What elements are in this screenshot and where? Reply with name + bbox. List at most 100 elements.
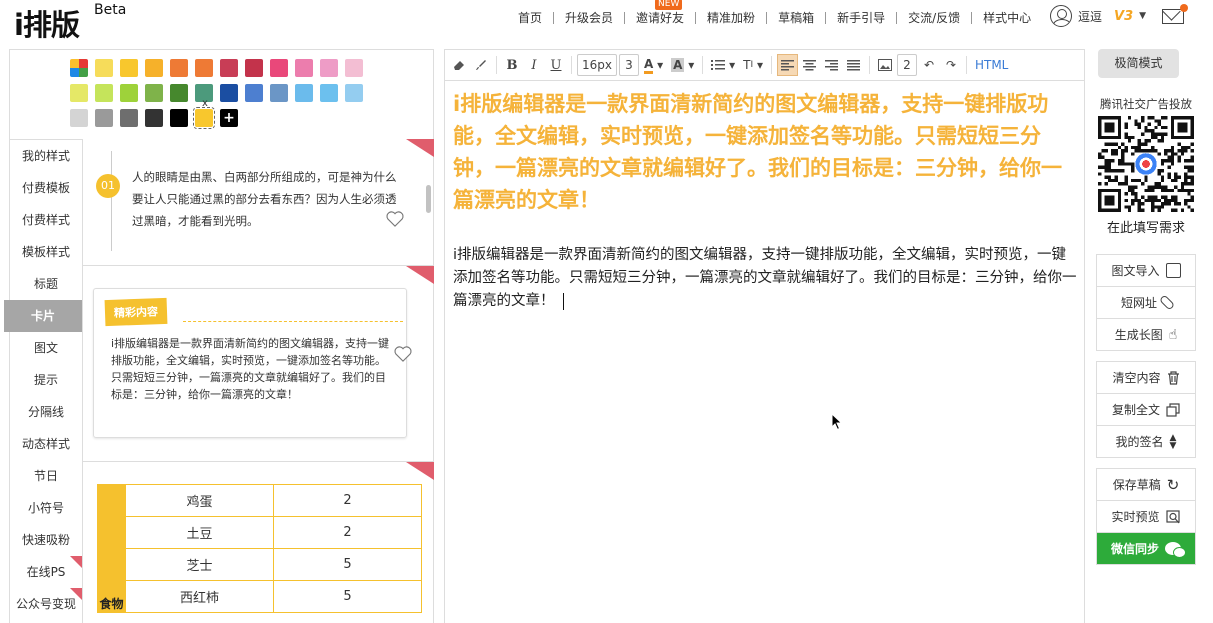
color-swatch[interactable]: [345, 84, 363, 102]
short-url-button[interactable]: 短网址: [1097, 287, 1195, 319]
add-color-button[interactable]: +: [220, 109, 238, 127]
category-item[interactable]: 提示: [10, 364, 82, 396]
image-count[interactable]: 2: [896, 54, 917, 76]
color-swatch[interactable]: [145, 84, 163, 102]
color-swatch[interactable]: [120, 84, 138, 102]
template-card[interactable]: 01 人的眼睛是由黑、白两部分所组成的，可是神为什么要让人只能通过黑的部分去看东…: [83, 139, 434, 266]
color-swatch[interactable]: [295, 84, 313, 102]
favorite-heart-icon[interactable]: [386, 211, 404, 227]
align-justify-button[interactable]: [844, 54, 864, 76]
nav-precise-fans[interactable]: 精准加粉: [696, 9, 766, 26]
color-swatch[interactable]: [120, 59, 138, 77]
line-height-select[interactable]: 3: [619, 54, 639, 76]
import-article-button[interactable]: 图文导入: [1097, 255, 1195, 287]
image-icon[interactable]: [875, 54, 895, 76]
nav-style-center[interactable]: 样式中心: [972, 9, 1042, 26]
text-color-button[interactable]: A ▾: [641, 54, 666, 76]
nav-invite-friends[interactable]: 邀请好友 NEW: [625, 0, 695, 26]
color-swatch[interactable]: [70, 109, 88, 127]
eraser-icon[interactable]: [449, 54, 469, 76]
category-item[interactable]: 图文: [10, 332, 82, 364]
category-item[interactable]: 卡片: [4, 300, 82, 332]
underline-button[interactable]: U: [546, 54, 566, 76]
user-avatar-icon[interactable]: [1050, 5, 1072, 27]
scrollbar-thumb[interactable]: [426, 185, 431, 213]
nav-upgrade-member[interactable]: 升级会员: [554, 9, 624, 26]
background-color-button[interactable]: A ▾: [668, 54, 697, 76]
redo-icon[interactable]: ↷: [941, 54, 961, 76]
color-swatch[interactable]: x: [193, 98, 215, 129]
mail-icon[interactable]: [1162, 3, 1189, 24]
clear-content-button[interactable]: 清空内容: [1097, 362, 1195, 394]
color-swatch[interactable]: [145, 59, 163, 77]
category-item[interactable]: 标题: [10, 268, 82, 300]
category-item[interactable]: 模板样式: [10, 236, 82, 268]
color-swatch[interactable]: [95, 84, 113, 102]
italic-button[interactable]: I: [524, 54, 544, 76]
template-card[interactable]: 食物 鸡蛋 2 土豆 2 芝士 5 西红柿 5: [83, 462, 434, 623]
editor-heading-text[interactable]: i排版编辑器是一款界面清新简约的图文编辑器，支持一键排版功能，全文编辑，实时预览…: [453, 88, 1078, 216]
color-swatch[interactable]: [145, 109, 163, 127]
long-image-button[interactable]: 生成长图 ☝: [1097, 319, 1195, 351]
category-item[interactable]: 付费模板: [10, 172, 82, 204]
format-brush-icon[interactable]: [471, 54, 491, 76]
font-size-select[interactable]: 16px: [577, 54, 617, 76]
category-item[interactable]: 节日: [10, 460, 82, 492]
color-swatch[interactable]: [170, 84, 188, 102]
color-swatch[interactable]: [245, 59, 263, 77]
favorite-heart-icon[interactable]: [394, 346, 412, 362]
remove-color-icon[interactable]: x: [202, 98, 208, 109]
nav-beginner-guide[interactable]: 新手引导: [826, 9, 896, 26]
category-item[interactable]: 我的样式: [10, 140, 82, 172]
username[interactable]: 逗逗: [1078, 8, 1102, 25]
category-item[interactable]: 快速吸粉: [10, 524, 82, 556]
chevron-down-icon[interactable]: ▼: [1139, 11, 1146, 21]
qr-caption[interactable]: 在此填写需求: [1096, 217, 1196, 236]
color-swatch[interactable]: [95, 109, 113, 127]
save-draft-button[interactable]: 保存草稿 ↻: [1097, 469, 1195, 501]
color-swatch[interactable]: [270, 84, 288, 102]
color-swatch[interactable]: [170, 109, 188, 127]
live-preview-button[interactable]: 实时预览: [1097, 501, 1195, 533]
nav-home[interactable]: 首页: [507, 9, 553, 26]
color-swatch[interactable]: [170, 59, 188, 77]
custom-color-swatch[interactable]: [70, 59, 88, 77]
category-item[interactable]: 分隔线: [10, 396, 82, 428]
category-item[interactable]: 动态样式: [10, 428, 82, 460]
color-swatch[interactable]: [345, 59, 363, 77]
copy-all-button[interactable]: 复制全文: [1097, 394, 1195, 426]
category-item[interactable]: 付费样式: [10, 204, 82, 236]
color-swatch[interactable]: [295, 59, 313, 77]
color-swatch[interactable]: [320, 59, 338, 77]
template-card[interactable]: 精彩内容 i排版编辑器是一款界面清新简约的图文编辑器，支持一键排版功能，全文编辑…: [83, 266, 434, 462]
qr-code-image[interactable]: [1098, 116, 1194, 212]
category-item[interactable]: 小符号: [10, 492, 82, 524]
bold-button[interactable]: B: [502, 54, 522, 76]
editor-body-text[interactable]: i排版编辑器是一款界面清新简约的图文编辑器，支持一键排版功能，全文编辑，实时预览…: [453, 244, 1078, 313]
category-item[interactable]: 公众号变现: [10, 588, 82, 620]
nav-drafts[interactable]: 草稿箱: [767, 9, 825, 26]
color-swatch[interactable]: [270, 59, 288, 77]
text-style-button[interactable]: TI ▾: [740, 54, 766, 76]
nav-feedback[interactable]: 交流/反馈: [897, 9, 971, 26]
list-button[interactable]: ▾: [708, 54, 738, 76]
undo-icon[interactable]: ↶: [919, 54, 939, 76]
color-swatch[interactable]: [195, 59, 213, 77]
color-swatch[interactable]: [70, 84, 88, 102]
simple-mode-button[interactable]: 极简模式: [1098, 49, 1179, 78]
color-swatch[interactable]: [95, 59, 113, 77]
my-signature-button[interactable]: 我的签名 ▲ ▼: [1097, 426, 1195, 458]
align-center-button[interactable]: [800, 54, 820, 76]
editor-content[interactable]: i排版编辑器是一款界面清新简约的图文编辑器，支持一键排版功能，全文编辑，实时预览…: [453, 88, 1078, 313]
html-source-button[interactable]: HTML: [972, 54, 1011, 76]
vip-badge[interactable]: V3: [1114, 9, 1133, 24]
color-swatch[interactable]: [120, 109, 138, 127]
wechat-sync-button[interactable]: 微信同步: [1097, 533, 1195, 565]
editor-body-span[interactable]: i排版编辑器是一款界面清新简约的图文编辑器，支持一键排版功能，全文编辑，实时预览…: [453, 247, 1077, 309]
align-left-button[interactable]: [776, 54, 798, 76]
color-swatch[interactable]: [320, 84, 338, 102]
color-swatch[interactable]: [245, 84, 263, 102]
category-item[interactable]: 在线PS: [10, 556, 82, 588]
color-swatch[interactable]: [220, 84, 238, 102]
color-swatch[interactable]: [220, 59, 238, 77]
